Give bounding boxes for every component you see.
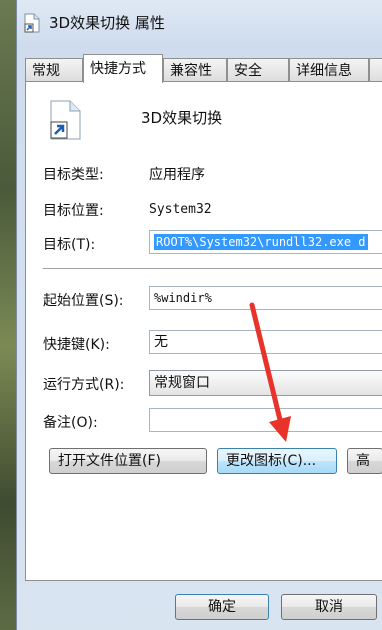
cancel-button[interactable]: 取消 xyxy=(281,594,377,620)
tab-more[interactable] xyxy=(369,58,382,82)
advanced-button[interactable]: 高 xyxy=(347,448,382,474)
window-title: 3D效果切换 属性 xyxy=(49,14,165,32)
run-label: 运行方式(R): xyxy=(43,377,125,393)
start-in-label: 起始位置(S): xyxy=(43,293,124,309)
target-input-text: ROOT%\System32\rundll32.exe d xyxy=(154,234,368,250)
target-location-value: System32 xyxy=(149,202,212,217)
tab-general[interactable]: 常规 xyxy=(25,58,83,82)
desktop-background xyxy=(0,0,16,630)
ok-button[interactable]: 确定 xyxy=(175,594,269,620)
tab-strip: 常规 快捷方式 兼容性 安全 详细信息 xyxy=(25,54,382,83)
comment-label: 备注(O): xyxy=(43,415,98,431)
tab-details[interactable]: 详细信息 xyxy=(289,58,369,82)
shortcut-name: 3D效果切换 xyxy=(141,109,223,127)
run-select[interactable]: 常规窗口 xyxy=(149,370,382,396)
shortcut-file-icon xyxy=(50,100,81,140)
target-type-value: 应用程序 xyxy=(149,167,205,183)
target-type-label: 目标类型: xyxy=(43,167,104,183)
change-icon-button[interactable]: 更改图标(C)... xyxy=(217,448,337,474)
tab-security[interactable]: 安全 xyxy=(227,58,289,82)
shortcut-file-icon xyxy=(24,13,40,33)
comment-input[interactable] xyxy=(149,408,382,432)
tab-compatibility[interactable]: 兼容性 xyxy=(163,58,227,82)
start-in-input[interactable]: %windir% xyxy=(149,286,382,310)
target-input[interactable]: ROOT%\System32\rundll32.exe d xyxy=(149,230,382,254)
properties-window: 3D效果切换 属性 常规 快捷方式 兼容性 安全 详细信息 3D效果切换 目标类… xyxy=(16,0,382,630)
title-bar[interactable]: 3D效果切换 属性 xyxy=(17,0,382,44)
open-file-location-button[interactable]: 打开文件位置(F) xyxy=(49,448,207,474)
tab-shortcut[interactable]: 快捷方式 xyxy=(83,54,163,83)
target-label: 目标(T): xyxy=(43,237,96,253)
hotkey-label: 快捷键(K): xyxy=(43,337,110,353)
target-location-label: 目标位置: xyxy=(43,203,104,219)
hotkey-input[interactable]: 无 xyxy=(149,330,382,354)
separator xyxy=(43,268,382,269)
